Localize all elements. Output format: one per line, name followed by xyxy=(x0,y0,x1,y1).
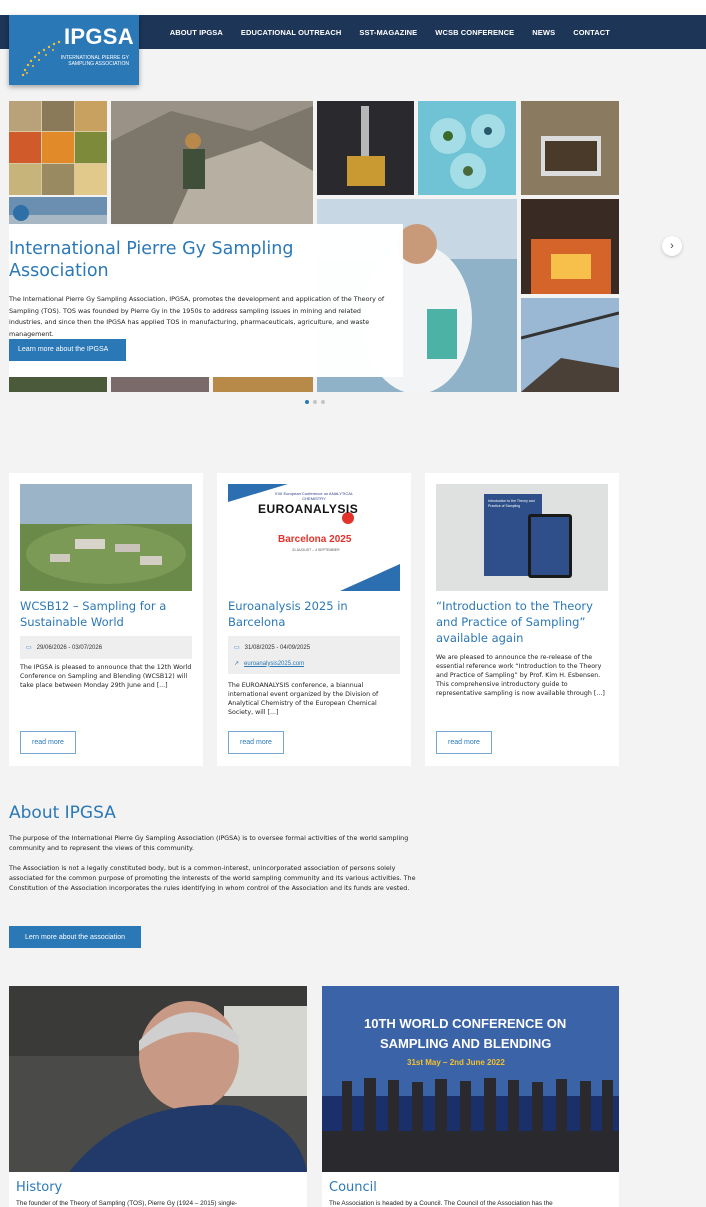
hero-image-bottom-1 xyxy=(9,377,107,392)
news-excerpt: The IPGSA is pleased to announce that th… xyxy=(20,664,192,689)
read-more-button[interactable]: read more xyxy=(436,731,492,754)
news-external-link[interactable]: euroanalysis2025.com xyxy=(244,661,304,667)
nav-item-sst-magazine[interactable]: SST-MAGAZINE xyxy=(359,28,417,37)
about-section: About IPGSA The purpose of the Internati… xyxy=(9,803,419,948)
hero-description: The International Pierre Gy Sampling Ass… xyxy=(9,295,385,338)
council-banner-line3: 31st May – 2nd June 2022 xyxy=(407,1058,505,1067)
nav-item-wcsb-conference[interactable]: WCSB CONFERENCE xyxy=(435,28,514,37)
news-excerpt: The EUROANALYSIS conference, a biannual … xyxy=(228,682,379,716)
news-image-campus xyxy=(20,484,192,591)
logo-dots-icon xyxy=(21,40,61,77)
hero-slider: International Pierre Gy Sampling Associa… xyxy=(9,101,619,392)
read-more-button[interactable]: read more xyxy=(20,731,76,754)
council-card: 10TH WORLD CONFERENCE ON SAMPLING AND BL… xyxy=(322,986,619,1207)
euroanalysis-top: XXII European Conference on ANALYTICAL C… xyxy=(274,491,354,501)
learn-more-ipgsa-button[interactable]: Learn more about the IPGSA xyxy=(9,339,126,361)
hero-image-soil-sample xyxy=(521,101,619,195)
news-title[interactable]: Euroanalysis 2025 in Barcelona xyxy=(228,598,400,630)
news-date: 29/06/2026 - 03/07/2026 xyxy=(36,644,103,651)
news-card: WCSB12 – Sampling for a Sustainable Worl… xyxy=(9,473,203,766)
euroanalysis-city: Barcelona 2025 xyxy=(278,534,352,545)
hero-image-mining xyxy=(111,101,313,227)
read-more-button[interactable]: read more xyxy=(228,731,284,754)
news-image-book: Introduction to the Theory and Practice … xyxy=(436,484,608,591)
council-image: 10TH WORLD CONFERENCE ON SAMPLING AND BL… xyxy=(322,986,619,1172)
hero-image-conveyor xyxy=(521,298,619,392)
about-paragraph-1: The purpose of the International Pierre … xyxy=(9,834,409,852)
slider-dots xyxy=(305,400,325,404)
nav-item-about[interactable]: ABOUT IPGSA xyxy=(170,28,223,37)
chevron-right-icon: › xyxy=(670,240,674,252)
news-excerpt: We are pleased to announce the re-releas… xyxy=(436,654,605,697)
euroanalysis-brand: EUROANALYSIS xyxy=(258,502,359,516)
history-card: History The founder of the Theory of Sam… xyxy=(9,986,307,1207)
hero-image-bottom-3 xyxy=(213,377,313,392)
council-banner-line2: SAMPLING AND BLENDING xyxy=(380,1036,552,1051)
slider-dot-2[interactable] xyxy=(313,400,317,404)
hero-image-worker xyxy=(9,197,107,227)
slider-next-button[interactable]: › xyxy=(662,236,682,256)
hero-image-gold-sampling xyxy=(317,101,414,195)
news-meta: ▭ 31/08/2025 - 04/09/2025 ↗ euroanalysis20… xyxy=(228,636,400,674)
history-image xyxy=(9,986,307,1172)
nav-item-educational-outreach[interactable]: EDUCATIONAL OUTREACH xyxy=(241,28,341,37)
calendar-icon: ▭ xyxy=(26,645,32,651)
news-image-euroanalysis: XXII European Conference on ANALYTICAL C… xyxy=(228,484,400,591)
top-strip xyxy=(0,0,706,15)
news-title[interactable]: “Introduction to the Theory and Practice… xyxy=(436,598,608,646)
news-meta: ▭ 29/06/2026 - 03/07/2026 xyxy=(20,636,192,659)
hero-image-bottom-2 xyxy=(111,377,209,392)
about-title: About IPGSA xyxy=(9,803,116,823)
history-text: The founder of the Theory of Sampling (T… xyxy=(16,1200,238,1207)
nav-links: ABOUT IPGSA EDUCATIONAL OUTREACH SST-MAG… xyxy=(170,15,610,49)
site-logo[interactable]: IPGSA INTERNATIONAL PIERRE GY SAMPLING A… xyxy=(9,15,139,85)
euroanalysis-dates: 31 AUGUST – 4 SEPTEMBER xyxy=(292,548,340,552)
hero-card: International Pierre Gy Sampling Associa… xyxy=(9,224,403,377)
news-card: XXII European Conference on ANALYTICAL C… xyxy=(217,473,411,766)
hero-image-petri-dishes xyxy=(418,101,516,195)
hero-image-furnace xyxy=(521,199,619,294)
news-title[interactable]: WCSB12 – Sampling for a Sustainable Worl… xyxy=(20,598,192,630)
nav-item-contact[interactable]: CONTACT xyxy=(573,28,610,37)
hero-title: International Pierre Gy Sampling Associa… xyxy=(9,239,294,281)
council-text: The Association is headed by a Council. … xyxy=(329,1200,553,1207)
history-title[interactable]: History xyxy=(16,1180,62,1195)
council-banner-line1: 10TH WORLD CONFERENCE ON xyxy=(364,1016,567,1031)
council-title[interactable]: Council xyxy=(329,1180,377,1195)
news-date: 31/08/2025 - 04/09/2025 xyxy=(244,644,311,651)
slider-dot-1[interactable] xyxy=(305,400,309,404)
about-paragraph-2: The Association is not a legally constit… xyxy=(9,864,416,892)
nav-item-news[interactable]: NEWS xyxy=(532,28,555,37)
slider-dot-3[interactable] xyxy=(321,400,325,404)
logo-text: IPGSA xyxy=(64,24,134,49)
hero-image-grains xyxy=(9,101,107,195)
calendar-icon: ▭ xyxy=(234,645,240,651)
external-link-icon: ↗ xyxy=(234,661,240,667)
logo-subtitle: INTERNATIONAL PIERRE GY SAMPLING ASSOCIA… xyxy=(60,55,129,67)
book-cover-title: Introduction to the Theory and Practice … xyxy=(488,499,535,508)
learn-more-association-button[interactable]: Lern more about the association xyxy=(9,926,141,948)
news-card: Introduction to the Theory and Practice … xyxy=(425,473,619,766)
